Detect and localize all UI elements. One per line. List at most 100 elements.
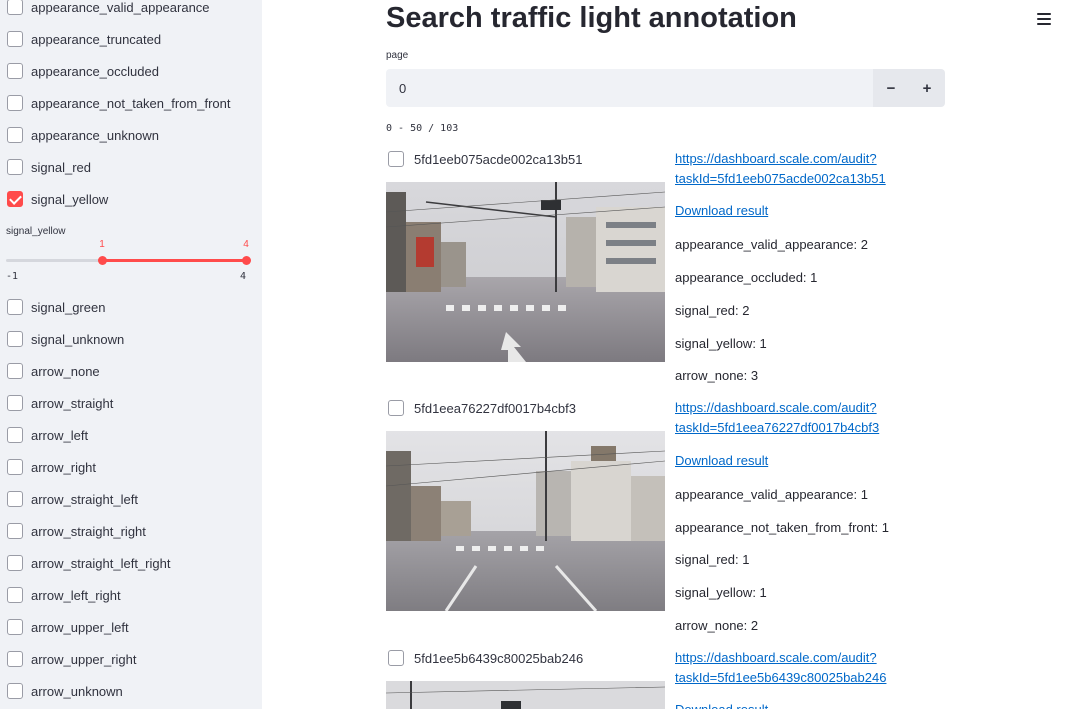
- checkbox-label: signal_unknown: [31, 331, 125, 347]
- checkbox-box[interactable]: [7, 31, 23, 47]
- checkbox-arrow-straight-right[interactable]: arrow_straight_right: [7, 521, 146, 541]
- checkbox-signal-unknown[interactable]: signal_unknown: [7, 329, 124, 349]
- checkbox-appearance-not-taken-from-front[interactable]: appearance_not_taken_from_front: [7, 93, 230, 113]
- checkbox-box[interactable]: [7, 651, 23, 667]
- checkbox-box[interactable]: [7, 0, 23, 15]
- slider-title: signal_yellow: [6, 226, 66, 237]
- checkbox-label: appearance_valid_appearance: [31, 0, 210, 15]
- page-number-label: page: [386, 50, 409, 61]
- checkbox-label: arrow_straight_left_right: [31, 555, 171, 571]
- checkbox-box[interactable]: [7, 619, 23, 635]
- checkbox-arrow-straight[interactable]: arrow_straight: [7, 393, 113, 413]
- checkbox-box[interactable]: [388, 151, 404, 167]
- hamburger-menu-icon[interactable]: [1037, 13, 1051, 25]
- checkbox-appearance-valid-appearance[interactable]: appearance_valid_appearance: [7, 0, 210, 17]
- checkbox-signal-red[interactable]: signal_red: [7, 157, 91, 177]
- checkbox-appearance-occluded[interactable]: appearance_occluded: [7, 61, 159, 81]
- checkbox-box[interactable]: [388, 650, 404, 666]
- checkbox-signal-yellow[interactable]: signal_yellow: [7, 189, 108, 209]
- checkbox-arrow-left[interactable]: arrow_left: [7, 425, 88, 445]
- checkbox-label: arrow_straight_right: [31, 523, 146, 539]
- checkbox-label: arrow_upper_right: [31, 651, 137, 667]
- stat-line: signal_yellow: 1: [675, 336, 767, 351]
- download-result-link[interactable]: Download result: [675, 201, 768, 221]
- result-select-checkbox[interactable]: 5fd1ee5b6439c80025bab246: [388, 648, 583, 668]
- checkbox-arrow-straight-left[interactable]: arrow_straight_left: [7, 489, 138, 509]
- page-number-field[interactable]: 0: [386, 69, 873, 107]
- checkbox-box[interactable]: [7, 395, 23, 411]
- result-select-checkbox[interactable]: 5fd1eeb075acde002ca13b51: [388, 149, 582, 169]
- decrement-button[interactable]: −: [873, 69, 909, 107]
- stat-line: signal_yellow: 1: [675, 585, 767, 600]
- checkbox-label: signal_red: [31, 159, 91, 175]
- checkbox-box[interactable]: [388, 400, 404, 416]
- checkbox-arrow-upper-right[interactable]: arrow_upper_right: [7, 649, 137, 669]
- checkbox-label: arrow_right: [31, 459, 97, 475]
- checkbox-arrow-straight-left-right[interactable]: arrow_straight_left_right: [7, 553, 170, 573]
- checkbox-arrow-left-right[interactable]: arrow_left_right: [7, 585, 121, 605]
- download-result-link[interactable]: Download result: [675, 451, 768, 471]
- audit-link[interactable]: https://dashboard.scale.com/audit? taskId…: [675, 648, 886, 688]
- sidebar: appearance_valid_appearance appearance_tr…: [0, 0, 262, 709]
- checkbox-appearance-truncated[interactable]: appearance_truncated: [7, 29, 161, 49]
- slider-low-thumb[interactable]: [98, 256, 107, 265]
- stat-line: signal_red: 1: [675, 552, 750, 567]
- checkbox-label: arrow_straight_left: [31, 491, 138, 507]
- checkbox-box[interactable]: [7, 299, 23, 315]
- stat-line: appearance_valid_appearance: 1: [675, 487, 868, 502]
- slider-high-thumb[interactable]: [242, 256, 251, 265]
- checkbox-box[interactable]: [7, 363, 23, 379]
- checkbox-arrow-none[interactable]: arrow_none: [7, 361, 100, 381]
- checkbox-appearance-unknown[interactable]: appearance_unknown: [7, 125, 159, 145]
- task-id-label: 5fd1eea76227df0017b4cbf3: [414, 400, 576, 416]
- stat-line: appearance_not_taken_from_front: 1: [675, 520, 889, 535]
- checkbox-label: appearance_occluded: [31, 63, 159, 79]
- checkbox-box[interactable]: [7, 63, 23, 79]
- checkbox-box[interactable]: [7, 555, 23, 571]
- checkbox-box[interactable]: [7, 95, 23, 111]
- main-content: Search traffic light annotation page 0 −…: [262, 0, 1065, 709]
- audit-link[interactable]: https://dashboard.scale.com/audit? taskId…: [675, 149, 886, 189]
- checkbox-label: signal_yellow: [31, 191, 109, 207]
- checkbox-arrow-upper-left[interactable]: arrow_upper_left: [7, 617, 129, 637]
- task-id-label: 5fd1ee5b6439c80025bab246: [414, 650, 584, 666]
- download-result-link[interactable]: Download result: [675, 700, 768, 709]
- checkbox-box[interactable]: [7, 191, 23, 207]
- checkbox-box[interactable]: [7, 331, 23, 347]
- stat-line: appearance_occluded: 1: [675, 270, 818, 285]
- increment-button[interactable]: +: [909, 69, 945, 107]
- task-id-label: 5fd1eeb075acde002ca13b51: [414, 151, 583, 167]
- result-range-text: 0 - 50 / 103: [386, 123, 459, 134]
- checkbox-box[interactable]: [7, 523, 23, 539]
- checkbox-box[interactable]: [7, 159, 23, 175]
- street-photo: [386, 431, 665, 611]
- slider-max-label: 4: [239, 271, 246, 282]
- page-number-input: 0 − +: [386, 69, 945, 107]
- checkbox-box[interactable]: [7, 683, 23, 699]
- checkbox-label: arrow_unknown: [31, 683, 123, 699]
- checkbox-label: appearance_unknown: [31, 127, 159, 143]
- checkbox-label: appearance_not_taken_from_front: [31, 95, 231, 111]
- result-select-checkbox[interactable]: 5fd1eea76227df0017b4cbf3: [388, 398, 576, 418]
- slider-fill: [102, 259, 246, 262]
- audit-link[interactable]: https://dashboard.scale.com/audit? taskId…: [675, 398, 879, 438]
- stat-line: signal_red: 2: [675, 303, 750, 318]
- slider-min-label: -1: [6, 271, 19, 282]
- checkbox-box[interactable]: [7, 491, 23, 507]
- checkbox-signal-green[interactable]: signal_green: [7, 297, 105, 317]
- checkbox-label: signal_green: [31, 299, 106, 315]
- checkbox-label: arrow_left_right: [31, 587, 121, 603]
- checkbox-arrow-right[interactable]: arrow_right: [7, 457, 96, 477]
- checkbox-arrow-unknown[interactable]: arrow_unknown: [7, 681, 123, 701]
- checkbox-label: arrow_straight: [31, 395, 114, 411]
- checkbox-box[interactable]: [7, 127, 23, 143]
- checkbox-box[interactable]: [7, 459, 23, 475]
- checkbox-box[interactable]: [7, 427, 23, 443]
- checkbox-box[interactable]: [7, 587, 23, 603]
- street-photo: [386, 182, 665, 362]
- stat-line: arrow_none: 3: [675, 368, 759, 383]
- stat-line: arrow_none: 2: [675, 618, 759, 633]
- slider-track[interactable]: [6, 256, 251, 265]
- slider-high-value: 4: [243, 239, 249, 250]
- signal-yellow-range-slider[interactable]: signal_yellow 1 4 -1 4: [6, 224, 251, 286]
